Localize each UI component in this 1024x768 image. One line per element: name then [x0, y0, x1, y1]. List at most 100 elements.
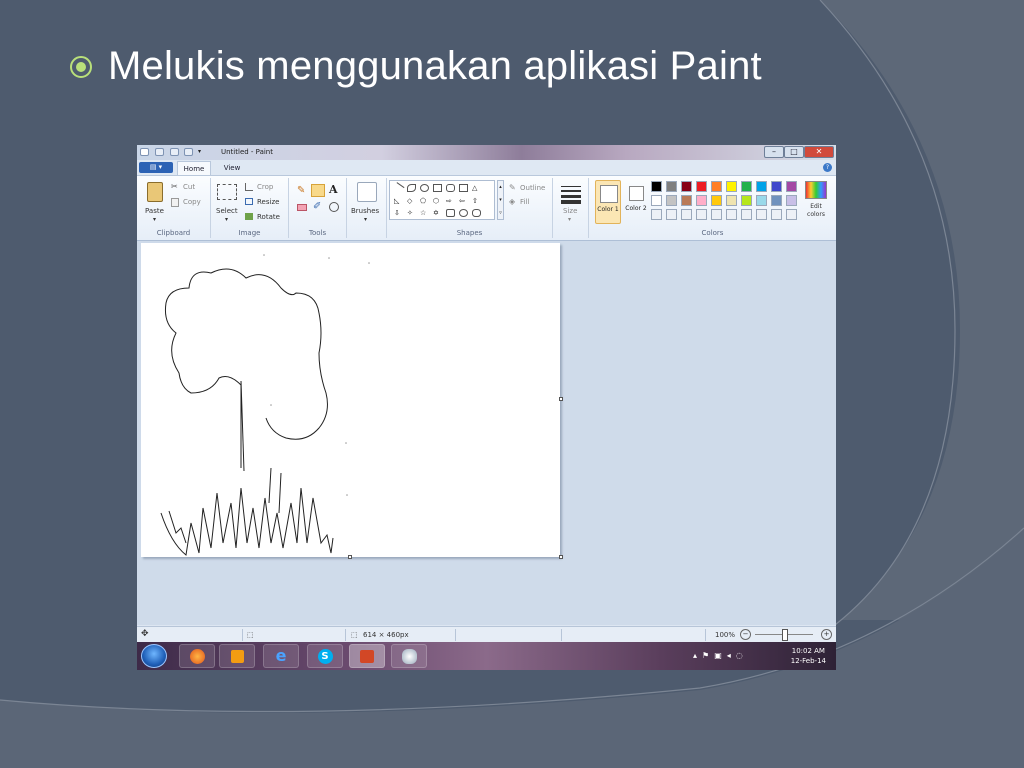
start-button[interactable]: [141, 644, 167, 668]
palette-color-swatch[interactable]: [771, 181, 782, 192]
triangle-shape-icon[interactable]: △: [472, 184, 481, 192]
zoom-out-button[interactable]: −: [740, 629, 751, 640]
paint-app-icon[interactable]: [140, 148, 149, 156]
clock-time[interactable]: 10:02 AM: [791, 646, 826, 656]
tab-view[interactable]: View: [217, 161, 247, 175]
shapes-gallery[interactable]: △ ◺ ◇ ⬠ ⬡ ⇨ ⇦ ⇧ ⇩ ✧ ☆ ✡: [389, 180, 495, 220]
palette-color-swatch[interactable]: [786, 195, 797, 206]
palette-color-swatch[interactable]: [786, 181, 797, 192]
zoom-slider-thumb[interactable]: [782, 629, 788, 641]
palette-color-swatch[interactable]: [681, 181, 692, 192]
fill-button[interactable]: Fill: [520, 198, 529, 206]
palette-color-swatch[interactable]: [696, 181, 707, 192]
size-icon[interactable]: [561, 184, 581, 204]
cut-icon[interactable]: ✂: [171, 183, 179, 191]
shapes-scroll[interactable]: ▴ ▾ ▿: [497, 180, 504, 220]
callout-oval-shape-icon[interactable]: [459, 209, 468, 217]
palette-color-swatch[interactable]: [726, 195, 737, 206]
palette-color-swatch[interactable]: [741, 181, 752, 192]
six-point-star-shape-icon[interactable]: ✡: [433, 209, 442, 217]
copy-icon[interactable]: [171, 198, 179, 207]
redo-icon[interactable]: [184, 148, 193, 156]
rounded-rectangle-shape-icon[interactable]: [446, 184, 455, 192]
palette-color-swatch[interactable]: [711, 195, 722, 206]
drawing-canvas[interactable]: [141, 243, 560, 557]
edit-colors-button[interactable]: Edit colors: [803, 203, 829, 219]
outline-button[interactable]: Outline: [520, 184, 545, 192]
edit-colors-icon[interactable]: [805, 181, 827, 199]
zoom-in-button[interactable]: +: [821, 629, 832, 640]
color1-selector[interactable]: Color 1: [595, 180, 621, 224]
outline-icon[interactable]: ✎: [509, 184, 517, 192]
polygon-shape-icon[interactable]: [459, 184, 468, 192]
oval-shape-icon[interactable]: [420, 184, 429, 192]
paste-button[interactable]: Paste: [145, 207, 164, 215]
maximize-button[interactable]: □: [784, 146, 804, 158]
file-menu-button[interactable]: ▤ ▾: [139, 162, 173, 173]
callout-cloud-shape-icon[interactable]: [472, 209, 481, 217]
right-triangle-shape-icon[interactable]: ◺: [394, 197, 403, 205]
palette-color-swatch[interactable]: [756, 195, 767, 206]
paste-dropdown-icon[interactable]: ▾: [153, 216, 156, 223]
internet-explorer-taskbar-icon[interactable]: e: [263, 644, 299, 668]
palette-color-swatch[interactable]: [696, 195, 707, 206]
down-arrow-shape-icon[interactable]: ⇩: [394, 209, 403, 217]
four-point-star-shape-icon[interactable]: ✧: [407, 209, 416, 217]
right-arrow-shape-icon[interactable]: ⇨: [446, 197, 455, 205]
rotate-button[interactable]: Rotate: [257, 213, 280, 221]
cut-button[interactable]: Cut: [183, 183, 195, 191]
paint-taskbar-icon[interactable]: [391, 644, 427, 668]
palette-color-swatch[interactable]: [726, 181, 737, 192]
paste-icon[interactable]: [147, 182, 163, 202]
up-arrow-shape-icon[interactable]: ⇧: [472, 197, 481, 205]
palette-color-swatch[interactable]: [771, 209, 782, 220]
copy-button[interactable]: Copy: [183, 198, 201, 206]
diamond-shape-icon[interactable]: ◇: [407, 197, 416, 205]
palette-color-swatch[interactable]: [726, 209, 737, 220]
size-button[interactable]: Size: [563, 207, 577, 215]
rotate-icon[interactable]: [245, 213, 253, 220]
text-tool-icon[interactable]: A: [329, 184, 341, 196]
minimize-button[interactable]: –: [764, 146, 784, 158]
crop-button[interactable]: Crop: [257, 183, 273, 191]
resize-handle-right[interactable]: [559, 397, 563, 401]
resize-icon[interactable]: [245, 198, 253, 205]
palette-color-swatch[interactable]: [666, 209, 677, 220]
resize-handle-corner[interactable]: [559, 555, 563, 559]
select-dropdown-icon[interactable]: ▾: [225, 216, 228, 223]
color2-selector[interactable]: Color 2: [625, 182, 647, 222]
palette-color-swatch[interactable]: [771, 195, 782, 206]
palette-color-swatch[interactable]: [756, 181, 767, 192]
firefox-taskbar-icon[interactable]: [179, 644, 215, 668]
palette-color-swatch[interactable]: [756, 209, 767, 220]
close-button[interactable]: ✕: [804, 146, 834, 158]
fill-bucket-icon[interactable]: [311, 184, 325, 197]
select-icon[interactable]: [217, 184, 237, 200]
palette-color-swatch[interactable]: [681, 209, 692, 220]
quick-access-dropdown-icon[interactable]: ▾: [198, 148, 207, 156]
magnifier-icon[interactable]: [329, 202, 339, 212]
resize-button[interactable]: Resize: [257, 198, 279, 206]
pencil-icon[interactable]: ✎: [297, 186, 307, 196]
palette-color-swatch[interactable]: [651, 181, 662, 192]
callout-rect-shape-icon[interactable]: [446, 209, 455, 217]
powerpoint-taskbar-icon[interactable]: [349, 644, 385, 668]
brushes-icon[interactable]: [357, 182, 377, 202]
palette-color-swatch[interactable]: [741, 195, 752, 206]
crop-icon[interactable]: [245, 183, 253, 191]
tray-icons[interactable]: ▴⚑▣◂◌: [693, 651, 748, 660]
clock-date[interactable]: 12-Feb-14: [791, 656, 826, 666]
rectangle-shape-icon[interactable]: [433, 184, 442, 192]
curve-shape-icon[interactable]: [407, 184, 416, 192]
left-arrow-shape-icon[interactable]: ⇦: [459, 197, 468, 205]
palette-color-swatch[interactable]: [666, 181, 677, 192]
media-player-taskbar-icon[interactable]: [219, 644, 255, 668]
palette-color-swatch[interactable]: [711, 181, 722, 192]
palette-color-swatch[interactable]: [741, 209, 752, 220]
brushes-button[interactable]: Brushes: [351, 207, 379, 215]
skype-taskbar-icon[interactable]: S: [307, 644, 343, 668]
palette-color-swatch[interactable]: [711, 209, 722, 220]
palette-color-swatch[interactable]: [786, 209, 797, 220]
palette-color-swatch[interactable]: [681, 195, 692, 206]
help-icon[interactable]: ?: [823, 163, 832, 172]
